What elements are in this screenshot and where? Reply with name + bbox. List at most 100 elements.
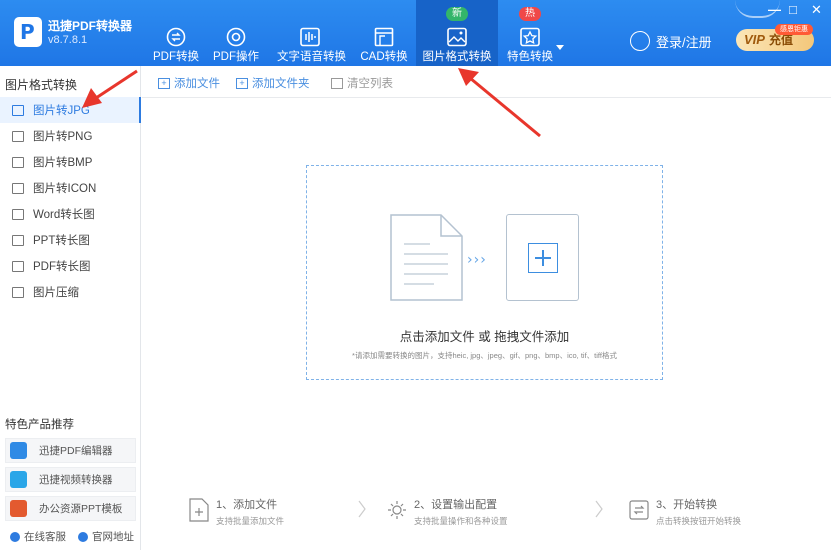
sidebar-item-label: PDF转长图 (33, 261, 91, 273)
image-file-icon (12, 156, 24, 168)
hot-badge: 热 (519, 7, 541, 21)
ppt-file-icon (12, 234, 24, 246)
step-start-convert: 3、开始转换 点击转换按钮开始转换 (628, 496, 741, 527)
sidebar-item-image-to-jpg[interactable]: 图片转JPG (0, 97, 141, 123)
sidebar-item-label: Word转长图 (33, 209, 95, 221)
cad-icon (374, 27, 394, 47)
app-name: 迅捷PDF转换器 (48, 19, 133, 33)
clear-list-button[interactable]: 清空列表 (331, 75, 393, 91)
step-output-settings: 2、设置输出配置 支持批量操作和各种设置 (386, 496, 508, 527)
step-add-file: 1、添加文件 支持批量添加文件 (188, 496, 284, 527)
service-icon (10, 531, 20, 542)
recommend-pdf-editor[interactable]: 迅捷PDF编辑器 (5, 438, 136, 463)
voice-icon (300, 27, 320, 47)
sidebar-item-image-to-icon[interactable]: 图片转ICON (0, 175, 141, 201)
sidebar-item-label: 图片转ICON (33, 183, 97, 195)
service-label: 在线客服 (24, 531, 66, 543)
add-file-button[interactable]: + 添加文件 (158, 75, 220, 91)
sidebar-item-word-to-long-image[interactable]: Word转长图 (0, 201, 141, 227)
login-label: 登录/注册 (656, 34, 712, 50)
add-folder-button[interactable]: + 添加文件夹 (236, 75, 310, 91)
chevron-right-icon (358, 500, 366, 518)
recommend-ppt-template[interactable]: 办公资源PPT模板 (5, 496, 136, 521)
chevron-down-icon[interactable] (556, 45, 564, 50)
title-bar: P 迅捷PDF转换器 v8.7.8.1 PDF转换 PDF操作 文字语音转换 C… (0, 0, 831, 66)
star-icon (520, 27, 540, 47)
sidebar-item-image-compress[interactable]: 图片压缩 (0, 279, 141, 305)
vip-recharge-label: 充值 (768, 33, 793, 47)
recommend-video-converter[interactable]: 迅捷视频转换器 (5, 467, 136, 492)
user-icon (630, 31, 650, 51)
pdf-operate-icon (226, 27, 246, 47)
new-badge: 新 (446, 7, 468, 21)
toolbar: + 添加文件 + 添加文件夹 清空列表 (142, 66, 831, 98)
tab-pdf-convert[interactable]: PDF转换 (150, 0, 202, 66)
gear-icon (388, 501, 406, 519)
sidebar-item-image-to-bmp[interactable]: 图片转BMP (0, 149, 141, 175)
image-file-icon (12, 182, 24, 194)
pdf-file-icon (12, 260, 24, 272)
add-file-icon (506, 214, 579, 301)
add-file-icon: + (158, 77, 170, 89)
add-file-icon (189, 498, 209, 522)
word-file-icon (12, 208, 24, 220)
sidebar-item-image-to-png[interactable]: 图片转PNG (0, 123, 141, 149)
step-title: 2、设置输出配置 (414, 499, 498, 511)
app-version: v8.7.8.1 (48, 34, 88, 46)
tab-cad-convert[interactable]: CAD转换 (357, 0, 411, 66)
sidebar-item-pdf-to-long-image[interactable]: PDF转长图 (0, 253, 141, 279)
sidebar-item-label: 图片压缩 (33, 287, 79, 299)
promo-tag: 感恩钜惠 (775, 24, 813, 35)
tab-label: PDF操作 (213, 51, 259, 63)
step-title: 3、开始转换 (656, 499, 718, 511)
step-desc: 支持批量操作和各种设置 (414, 516, 508, 526)
step-desc: 点击转换按钮开始转换 (656, 516, 742, 526)
vip-label: VIP (744, 32, 765, 47)
recommend-title: 特色产品推荐 (5, 419, 74, 431)
website-link[interactable]: 官网地址 (78, 529, 134, 544)
tab-label: 图片格式转换 (422, 51, 492, 63)
close-button[interactable]: ✕ (811, 3, 822, 17)
file-drop-zone[interactable]: ››› 点击添加文件 或 拖拽文件添加 *请添加需要转换的图片，支持heic, … (306, 165, 663, 380)
website-label: 官网地址 (92, 531, 134, 543)
location-icon (78, 531, 88, 542)
dropzone-hint: 点击添加文件 或 拖拽文件添加 (399, 330, 570, 344)
sidebar-item-label: 图片转JPG (33, 105, 90, 117)
recommend-label: 迅捷PDF编辑器 (39, 445, 113, 457)
online-service-link[interactable]: 在线客服 (10, 529, 66, 544)
tab-special-convert[interactable]: 热 特色转换 (504, 0, 556, 66)
sidebar-item-label: 图片转BMP (33, 157, 93, 169)
login-button[interactable]: 登录/注册 (630, 31, 712, 51)
clear-list-label: 清空列表 (347, 78, 393, 90)
add-file-label: 添加文件 (174, 78, 220, 90)
image-icon (447, 27, 467, 47)
sidebar-item-label: 图片转PNG (33, 131, 93, 143)
chevron-right-icon (595, 500, 603, 518)
tab-voice-convert[interactable]: 文字语音转换 (277, 0, 346, 66)
add-folder-label: 添加文件夹 (252, 78, 310, 90)
convert-icon (629, 500, 649, 520)
tab-label: PDF转换 (153, 51, 199, 63)
tab-image-convert[interactable]: 新 图片格式转换 (416, 0, 498, 66)
ppt-template-icon (10, 500, 27, 517)
compress-icon (12, 286, 24, 298)
sidebar: 图片格式转换 图片转JPG 图片转PNG 图片转BMP 图片转ICON Word… (0, 66, 141, 550)
sidebar-title: 图片格式转换 (5, 78, 78, 92)
sidebar-item-label: PPT转长图 (33, 235, 90, 247)
minimize-button[interactable]: — (768, 3, 781, 17)
document-icon (390, 214, 463, 301)
tab-label: 文字语音转换 (277, 51, 346, 63)
video-converter-icon (10, 471, 27, 488)
sidebar-item-ppt-to-long-image[interactable]: PPT转长图 (0, 227, 141, 253)
tab-pdf-operate[interactable]: PDF操作 (209, 0, 263, 66)
tab-label: 特色转换 (507, 51, 553, 63)
step-desc: 支持批量添加文件 (216, 516, 285, 526)
maximize-button[interactable]: □ (789, 3, 797, 17)
dropzone-formats: *请添加需要转换的图片，支持heic, jpg、jpeg、gif、png、bmp… (352, 351, 617, 360)
pdf-editor-icon (10, 442, 27, 459)
app-logo: P (14, 17, 42, 47)
recommend-label: 迅捷视频转换器 (39, 474, 113, 486)
arrows-icon: ››› (467, 252, 487, 268)
add-folder-icon: + (236, 77, 248, 89)
image-file-icon (12, 104, 24, 116)
